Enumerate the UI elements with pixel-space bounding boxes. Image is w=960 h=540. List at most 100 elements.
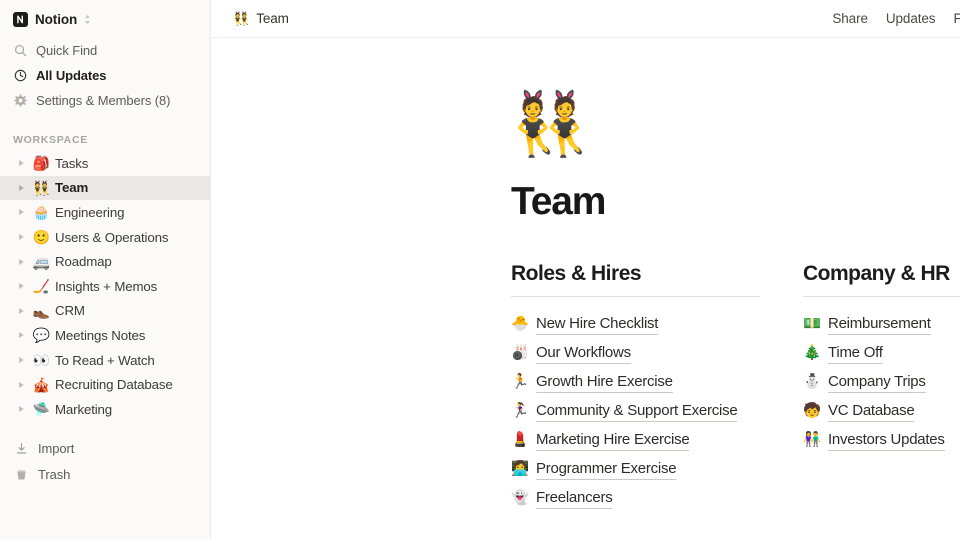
link-emoji-icon: 🧒 [803,403,822,420]
sidebar-item-team[interactable]: 👯 Team [0,175,210,201]
chevron-right-icon[interactable] [18,282,31,290]
chevron-right-icon[interactable] [18,208,31,216]
sidebar-item-recruiting-database[interactable]: 🎪 Recruiting Database [0,372,210,397]
share-button[interactable]: Share [832,11,868,26]
sidebar-item-roadmap[interactable]: 🚐 Roadmap [0,249,210,274]
link-emoji-icon: 🐣 [511,316,530,333]
sidebar-item-label: Users & Operations [55,229,169,245]
sidebar-item-to-read-watch[interactable]: 👀 To Read + Watch [0,348,210,373]
page-link-time-off[interactable]: 🎄 Time Off [803,339,960,368]
chevron-right-icon[interactable] [18,381,31,389]
sidebar: Notion Quick Find All Updates Settings &… [0,0,211,540]
page-link-freelancers[interactable]: 👻 Freelancers [511,484,760,513]
column-company-hr: Company & HR 💵 Reimbursement 🎄 Time Off … [803,262,960,513]
page-link-growth-hire-exercise[interactable]: 🏃 Growth Hire Exercise [511,368,760,397]
page-topbar: 👯 Team Share Updates Favorite [211,0,960,38]
chevron-right-icon[interactable] [18,405,31,413]
notion-app-window: Notion Quick Find All Updates Settings &… [0,0,960,540]
page-emoji: 🚐 [32,253,51,270]
sidebar-item-label: Trash [38,467,71,483]
breadcrumb[interactable]: 👯 Team [233,11,289,26]
sidebar-item-tasks[interactable]: 🎒 Tasks [0,151,210,176]
favorite-button[interactable]: Favorite [953,11,960,26]
page-link-label: Freelancers [536,488,613,510]
page-link-label: Growth Hire Exercise [536,372,673,394]
sidebar-item-all-updates[interactable]: All Updates [0,63,210,88]
sidebar-item-label: Insights + Memos [55,278,158,294]
column-heading: Company & HR [803,262,950,285]
workspace-switcher[interactable]: Notion [0,0,210,38]
chevron-right-icon[interactable] [18,307,31,315]
page-link-new-hire-checklist[interactable]: 🐣 New Hire Checklist [511,310,760,339]
page-link-label: Marketing Hire Exercise [536,430,690,452]
page-link-reimbursement[interactable]: 💵 Reimbursement [803,310,960,339]
link-emoji-icon: 🎄 [803,345,822,362]
breadcrumb-label: Team [256,11,289,26]
sidebar-item-label: Import [38,441,75,457]
page-link-programmer-exercise[interactable]: 👩‍💻 Programmer Exercise [511,455,760,484]
page-body: 👯 Team Roles & Hires 🐣 New Hire Checklis… [211,90,960,513]
trash-icon [14,468,28,481]
page-link-label: Time Off [828,343,883,365]
sidebar-item-quick-find[interactable]: Quick Find [0,38,210,63]
sidebar-item-label: CRM [55,303,85,319]
sidebar-item-settings-members[interactable]: Settings & Members (8) [0,88,210,113]
link-emoji-icon: 👫 [803,432,822,449]
sidebar-item-label: Engineering [55,204,125,220]
page-emoji: 🙂 [32,229,51,246]
chevron-right-icon[interactable] [18,184,31,192]
chevron-right-icon[interactable] [18,233,31,241]
chevron-right-icon[interactable] [18,258,31,266]
sidebar-item-meetings-notes[interactable]: 💬 Meetings Notes [0,323,210,348]
sidebar-item-users-operations[interactable]: 🙂 Users & Operations [0,225,210,250]
sidebar-item-crm[interactable]: 👞 CRM [0,299,210,324]
link-emoji-icon: 🎳 [511,345,530,362]
updates-button[interactable]: Updates [886,11,936,26]
sidebar-item-insights-memos[interactable]: 🏒 Insights + Memos [0,274,210,299]
link-emoji-icon: ⛄ [803,374,822,391]
workspace-name: Notion [35,11,78,27]
main-content: 👯 Team Share Updates Favorite 👯 Team Rol… [211,0,960,540]
sidebar-item-label: Marketing [55,401,113,417]
topbar-actions: Share Updates Favorite [832,11,960,26]
page-icon-emoji[interactable]: 👯 [511,90,960,160]
sidebar-item-engineering[interactable]: 🧁 Engineering [0,200,210,225]
link-emoji-icon: 🏃 [511,374,530,391]
page-link-label: Our Workflows [536,343,631,365]
chevron-right-icon[interactable] [18,356,31,364]
sidebar-item-label: Tasks [55,155,89,171]
page-link-vc-database[interactable]: 🧒 VC Database [803,397,960,426]
page-emoji: 👯 [32,179,51,196]
clock-icon [13,69,27,82]
page-emoji: 🎪 [32,376,51,393]
notion-logo-icon [13,11,28,27]
sidebar-item-trash[interactable]: Trash [0,462,210,488]
link-emoji-icon: 💵 [803,316,822,333]
page-link-marketing-hire-exercise[interactable]: 💄 Marketing Hire Exercise [511,426,760,455]
page-emoji: 💬 [32,327,51,344]
sidebar-item-label: Recruiting Database [55,377,173,393]
chevron-right-icon[interactable] [18,331,31,339]
sidebar-item-marketing[interactable]: 🛸 Marketing [0,397,210,422]
chevron-updown-icon[interactable] [84,14,91,25]
page-emoji: 🎒 [32,155,51,172]
page-link-company-trips[interactable]: ⛄ Company Trips [803,368,960,397]
sidebar-item-label: All Updates [36,68,107,83]
divider [511,296,760,297]
page-link-investors-updates[interactable]: 👫 Investors Updates [803,426,960,455]
page-link-community-support-exercise[interactable]: 🏃‍♀️ Community & Support Exercise [511,397,760,426]
link-emoji-icon: 👩‍💻 [511,461,530,478]
divider [803,296,960,297]
breadcrumb-emoji-icon: 👯 [233,11,250,26]
chevron-right-icon[interactable] [18,159,31,167]
link-emoji-icon: 👻 [511,490,530,507]
sidebar-item-label: Quick Find [36,43,98,58]
page-link-label: VC Database [828,401,915,423]
page-emoji: 🏒 [32,278,51,295]
page-link-label: Investors Updates [828,430,945,452]
page-link-our-workflows[interactable]: 🎳 Our Workflows [511,339,760,368]
sidebar-item-import[interactable]: Import [0,436,210,462]
page-link-label: Reimbursement [828,314,931,336]
page-link-label: Community & Support Exercise [536,401,738,423]
sidebar-section-label: WORKSPACE [13,134,88,146]
